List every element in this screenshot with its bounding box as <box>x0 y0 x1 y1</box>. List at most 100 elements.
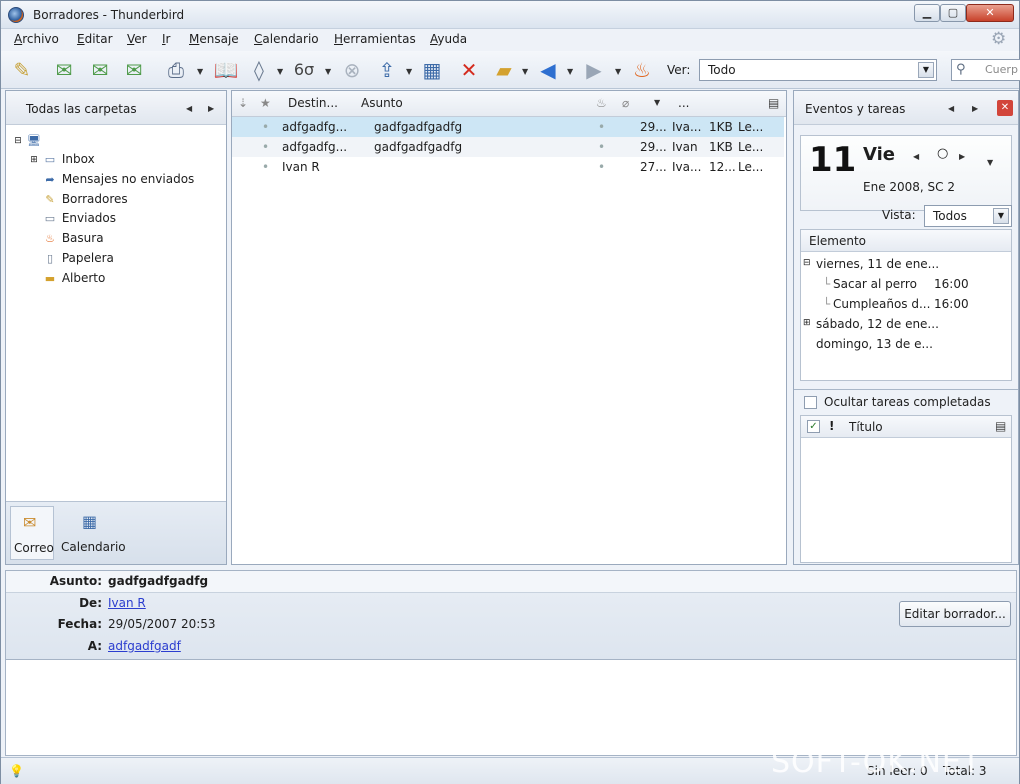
from-link[interactable]: Ivan R <box>108 596 146 610</box>
menu-ayuda[interactable]: Ayuda <box>430 32 467 46</box>
agenda-header: Elemento <box>801 230 1011 252</box>
print-dropdown-icon[interactable]: ▼ <box>197 67 203 76</box>
search-input[interactable]: ⚲ Cuerp <box>951 59 1020 81</box>
star-column-icon[interactable]: ★ <box>260 91 271 115</box>
print-icon[interactable]: ⎙ <box>163 57 189 83</box>
subject-bar: Asunto: gadfgadfgadfg <box>6 571 1016 593</box>
view-dropdown-icon[interactable]: ▼ <box>325 67 331 76</box>
column-picker-icon[interactable]: ▤ <box>768 91 779 115</box>
folder-label: Papelera <box>61 251 114 265</box>
mode-mail-label: Correo <box>14 541 54 555</box>
junk-flame-icon[interactable]: ♨ <box>629 57 655 83</box>
address-book-icon[interactable]: 📖 <box>213 57 239 83</box>
mode-calendar-button[interactable]: ▦ Calendario <box>58 506 128 560</box>
menu-editar[interactable]: Editar <box>77 32 113 46</box>
column-recipient[interactable]: Destin... <box>288 91 338 115</box>
day-menu-chevron-down-icon[interactable]: ▼ <box>987 158 993 167</box>
folder-drafts[interactable]: ✎ Borradores <box>42 192 127 207</box>
minimize-button[interactable]: ▁ <box>914 4 940 22</box>
view-filter-select[interactable]: Todo ▼ <box>699 59 937 81</box>
events-next-icon[interactable]: ▶ <box>972 104 978 113</box>
write-icon[interactable]: ✎ <box>9 57 35 83</box>
folder-unsent[interactable]: ➦ Mensajes no enviados <box>42 172 194 187</box>
events-pane-title: Eventos y tareas <box>805 102 906 116</box>
folder-junk[interactable]: ♨ Basura <box>42 231 104 246</box>
agenda-day-sunday[interactable]: domingo, 13 de e... <box>816 337 933 351</box>
delete-icon[interactable]: ✕ <box>456 57 482 83</box>
events-prev-icon[interactable]: ◀ <box>948 104 954 113</box>
reply-all-icon[interactable]: ✉ <box>121 57 147 83</box>
reply-icon[interactable]: ✉ <box>87 57 113 83</box>
collapse-icon[interactable]: ⊟ <box>10 134 26 148</box>
folder-label: Mensajes no enviados <box>61 172 195 186</box>
archive-dropdown-icon[interactable]: ▼ <box>522 67 528 76</box>
close-icon[interactable]: ✕ <box>997 100 1013 116</box>
collapse-icon[interactable]: ⊟ <box>803 258 811 268</box>
hide-completed-checkbox[interactable] <box>804 396 817 409</box>
tree-branch-icon: └ <box>823 277 831 291</box>
column-subject[interactable]: Asunto <box>361 91 403 115</box>
menu-ver[interactable]: Ver <box>127 32 147 46</box>
vista-select[interactable]: Todos ▼ <box>924 205 1012 227</box>
day-next-icon[interactable]: ▶ <box>959 152 965 161</box>
menu-calendario[interactable]: Calendario <box>254 32 319 46</box>
folder-alberto[interactable]: ▬ Alberto <box>42 271 106 286</box>
expand-icon[interactable]: ⊞ <box>26 153 42 167</box>
priority-column-icon[interactable]: ! <box>829 419 834 433</box>
table-row[interactable]: • adfgadfg... gadfgadfgadfg • 29... Ivan… <box>232 137 784 157</box>
attachment-column-icon[interactable]: ⌀ <box>622 91 629 115</box>
forward-icon[interactable]: ▶ <box>581 57 607 83</box>
glasses-icon[interactable]: 6σ <box>291 57 317 83</box>
chevron-down-icon[interactable]: ▼ <box>993 208 1009 224</box>
agenda-event-title[interactable]: Cumpleaños d... <box>833 297 930 311</box>
tree-branch-icon: └ <box>823 297 831 311</box>
sort-chevron-down-icon[interactable]: ▼ <box>654 91 660 115</box>
menu-ir[interactable]: Ir <box>162 32 170 46</box>
agenda-event-title[interactable]: Sacar al perro <box>833 277 917 291</box>
send-unsent-icon[interactable]: ⇪ <box>374 57 400 83</box>
calendar-grid-icon[interactable]: ▦ <box>419 57 445 83</box>
tag-dropdown-icon[interactable]: ▼ <box>277 67 283 76</box>
to-link[interactable]: adfgadfgadf <box>108 639 181 653</box>
send-dropdown-icon[interactable]: ▼ <box>406 67 412 76</box>
back-dropdown-icon[interactable]: ▼ <box>567 67 573 76</box>
completed-column-checkbox-icon[interactable]: ✓ <box>807 420 820 433</box>
folder-sent[interactable]: ▭ Enviados <box>42 211 116 226</box>
forward-dropdown-icon[interactable]: ▼ <box>615 67 621 76</box>
folder-trash[interactable]: ▯ Papelera <box>42 251 114 266</box>
agenda-day-friday[interactable]: viernes, 11 de ene... <box>816 257 939 271</box>
thread-column-icon[interactable]: ⇣ <box>238 91 248 115</box>
archive-icon[interactable]: ▰ <box>491 57 517 83</box>
table-row[interactable]: • adfgadfg... gadfgadfgadfg • 29... Iva.… <box>232 117 784 137</box>
tag-icon[interactable]: ◊ <box>246 57 272 83</box>
junk-column-icon[interactable]: ♨ <box>596 91 607 115</box>
table-row[interactable]: • Ivan R • 27... Iva... 12... Le... <box>232 157 784 177</box>
menu-herramientas[interactable]: Herramientas <box>334 32 416 46</box>
folder-view-prev-icon[interactable]: ◀ <box>186 104 192 113</box>
agenda-day-saturday[interactable]: sábado, 12 de ene... <box>816 317 939 331</box>
tasks-column-title[interactable]: Título <box>849 420 883 434</box>
row-subject: gadfgadfgadfg <box>374 140 463 154</box>
agenda-column-elemento[interactable]: Elemento <box>809 234 866 248</box>
expand-icon[interactable]: ⊞ <box>803 318 811 328</box>
maximize-button[interactable]: ▢ <box>940 4 966 22</box>
column-picker-icon[interactable]: ▤ <box>995 419 1006 433</box>
day-prev-icon[interactable]: ◀ <box>913 152 919 161</box>
menu-mensaje[interactable]: Mensaje <box>189 32 239 46</box>
back-icon[interactable]: ◀ <box>535 57 561 83</box>
folder-label: Basura <box>61 231 104 245</box>
folder-view-next-icon[interactable]: ▶ <box>208 104 214 113</box>
get-mail-icon[interactable]: ✉ <box>51 57 77 83</box>
column-more[interactable]: ... <box>678 91 689 115</box>
stop-icon[interactable]: ⊗ <box>339 57 365 83</box>
edit-draft-button[interactable]: Editar borrador... <box>899 601 1011 627</box>
menu-archivo[interactable]: Archivo <box>14 32 59 46</box>
today-circle-icon[interactable]: ○ <box>937 146 948 161</box>
close-button[interactable]: ✕ <box>966 4 1014 22</box>
activity-gear-icon[interactable]: ⚙ <box>991 29 1006 49</box>
account-root[interactable]: ⊟ 🖥 <box>10 133 42 148</box>
chevron-down-icon[interactable]: ▼ <box>918 62 934 78</box>
mode-mail-button[interactable]: ✉ Correo <box>10 506 54 560</box>
folder-inbox[interactable]: ⊞ ▭ Inbox <box>26 152 94 167</box>
folder-pane-header: Todas las carpetas ◀ ▶ <box>6 91 226 125</box>
